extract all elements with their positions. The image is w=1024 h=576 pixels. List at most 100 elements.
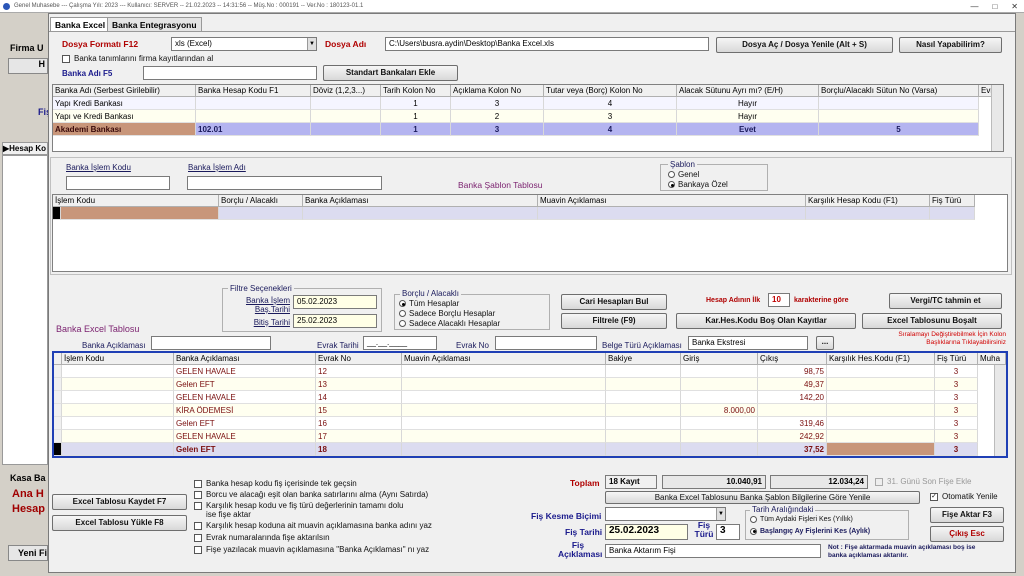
column-header[interactable]: Fiş Türü xyxy=(930,195,975,207)
column-header[interactable]: Açıklama Kolon No xyxy=(451,85,544,97)
column-header[interactable]: Alacak Sütunu Ayrı mı? (E/H) xyxy=(677,85,819,97)
table-cell[interactable] xyxy=(819,97,979,110)
table-cell[interactable] xyxy=(62,417,174,430)
table-cell[interactable]: 3 xyxy=(935,430,978,443)
table-cell[interactable]: 4 xyxy=(544,97,677,110)
table-cell[interactable]: 37,52 xyxy=(758,443,827,456)
table-cell[interactable] xyxy=(827,404,935,417)
fis-kesme-select[interactable]: ▼ xyxy=(605,507,726,521)
maximize-icon[interactable]: □ xyxy=(992,0,997,13)
kar-hes-kodu-bos-button[interactable]: Kar.Hes.Kodu Boş Olan Kayıtlar xyxy=(676,313,856,329)
table-cell[interactable]: 2 xyxy=(451,110,544,123)
excel-tablosunu-bosalt-button[interactable]: Excel Tablosunu Boşalt xyxy=(862,313,1002,329)
radio-yillik[interactable]: Tüm Aydaki Fişleri Kes (Yıllık) xyxy=(750,515,853,525)
table-cell[interactable] xyxy=(402,391,606,404)
table-cell[interactable]: 3 xyxy=(935,365,978,378)
column-header[interactable]: Çıkış xyxy=(758,353,827,365)
bank-definitions-grid[interactable]: Banka Adı (Serbest Girilebilir) Banka He… xyxy=(52,84,1004,152)
table-cell[interactable] xyxy=(827,365,935,378)
son-fise-ekle-checkbox[interactable]: 31. Günü Son Fişe Ekle xyxy=(875,477,972,487)
table-cell[interactable] xyxy=(827,430,935,443)
table-cell[interactable] xyxy=(62,378,174,391)
dosya-ac-button[interactable]: Dosya Aç / Dosya Yenile (Alt + S) xyxy=(716,37,893,53)
table-cell[interactable] xyxy=(62,430,174,443)
table-cell[interactable]: GELEN HAVALE xyxy=(174,391,316,404)
table-cell[interactable]: 3 xyxy=(935,443,978,456)
table-cell[interactable]: 4 xyxy=(544,123,677,136)
excel-grid[interactable]: İşlem Kodu Banka Açıklaması Evrak No Mua… xyxy=(52,351,1008,458)
column-header[interactable]: Muha xyxy=(978,353,1006,365)
radio-tum-hesaplar[interactable]: Tüm Hesaplar xyxy=(399,299,459,309)
table-cell[interactable] xyxy=(827,417,935,430)
table-cell[interactable]: 3 xyxy=(935,391,978,404)
table-cell[interactable] xyxy=(402,378,606,391)
cari-hesaplari-bul-button[interactable]: Cari Hesapları Bul xyxy=(561,294,667,310)
table-cell[interactable]: Yapı Kredi Bankası xyxy=(53,97,196,110)
column-header[interactable]: Banka Hesap Kodu F1 xyxy=(196,85,311,97)
column-header[interactable]: Tutar veya (Borç) Kolon No xyxy=(544,85,677,97)
karakter-sayisi-input[interactable]: 10 xyxy=(768,293,790,307)
radio-alacakli[interactable]: Sadece Alacaklı Hesaplar xyxy=(399,319,500,329)
radio-icon[interactable] xyxy=(399,300,406,308)
table-cell[interactable] xyxy=(402,430,606,443)
table-cell[interactable] xyxy=(827,391,935,404)
chevron-down-icon[interactable]: ▼ xyxy=(716,508,725,520)
table-cell[interactable]: 17 xyxy=(316,430,402,443)
table-cell[interactable] xyxy=(758,404,827,417)
column-header[interactable]: Borçlu / Alacaklı xyxy=(219,195,303,207)
table-cell[interactable] xyxy=(62,443,174,456)
table-cell[interactable] xyxy=(402,404,606,417)
tab-banka-entegrasyonu[interactable]: Banka Entegrasyonu xyxy=(107,17,202,32)
table-cell[interactable] xyxy=(606,443,681,456)
table-cell[interactable] xyxy=(62,404,174,417)
radio-icon[interactable] xyxy=(750,515,757,523)
table-cell[interactable]: 1 xyxy=(381,123,451,136)
table-cell[interactable] xyxy=(681,443,758,456)
option-evrak-numaralari[interactable]: Evrak numaralarında fişe aktarılsın xyxy=(194,533,434,545)
table-cell[interactable] xyxy=(61,207,219,220)
table-cell[interactable]: 12 xyxy=(316,365,402,378)
table-cell[interactable]: Evet xyxy=(677,123,819,136)
table-cell[interactable]: 98,75 xyxy=(758,365,827,378)
radio-icon[interactable] xyxy=(668,171,675,179)
table-cell[interactable]: 18 xyxy=(316,443,402,456)
table-cell[interactable]: 49,37 xyxy=(758,378,827,391)
evrak-tarihi-input[interactable]: __.__.____ xyxy=(363,336,437,350)
cikis-button[interactable]: Çıkış Esc xyxy=(930,526,1004,542)
checkbox-icon[interactable] xyxy=(875,477,883,486)
column-header[interactable]: İşlem Kodu xyxy=(62,353,174,365)
table-cell[interactable]: GELEN HAVALE xyxy=(174,365,316,378)
table-cell[interactable]: 5 xyxy=(819,123,979,136)
table-cell[interactable]: Yapı ve Kredi Bankası xyxy=(53,110,196,123)
fis-aciklamasi-input[interactable]: Banka Aktarım Fişi xyxy=(605,544,821,558)
table-cell[interactable]: 3 xyxy=(451,97,544,110)
table-cell[interactable]: 1 xyxy=(381,110,451,123)
table-cell[interactable]: 102.01 xyxy=(196,123,311,136)
table-cell[interactable] xyxy=(681,365,758,378)
chevron-down-icon[interactable]: ▼ xyxy=(307,38,316,50)
column-header[interactable]: Karşılık Hesap Kodu (F1) xyxy=(806,195,930,207)
table-cell[interactable] xyxy=(681,378,758,391)
checkbox-icon[interactable] xyxy=(194,521,202,530)
column-header[interactable]: Banka Açıklaması xyxy=(303,195,538,207)
table-cell[interactable] xyxy=(62,391,174,404)
table-cell[interactable]: 3 xyxy=(935,378,978,391)
radio-borclu[interactable]: Sadece Borçlu Hesaplar xyxy=(399,309,495,319)
table-cell[interactable] xyxy=(606,391,681,404)
table-cell[interactable]: 13 xyxy=(316,378,402,391)
radio-genel[interactable]: Genel xyxy=(668,170,699,180)
checkbox-icon[interactable] xyxy=(194,545,202,554)
nasil-yapabilirim-button[interactable]: Nasıl Yapabilirim? xyxy=(899,37,1002,53)
banka-adi-input[interactable] xyxy=(143,66,317,80)
otomatik-yenile-checkbox[interactable]: ✓ Otomatik Yenile xyxy=(930,492,998,502)
islem-kodu-input[interactable] xyxy=(66,176,170,190)
table-cell[interactable]: 14 xyxy=(316,391,402,404)
filtrele-button[interactable]: Filtrele (F9) xyxy=(561,313,667,329)
table-cell[interactable] xyxy=(402,443,606,456)
option-esit-alma[interactable]: Borcu ve alacağı eşit olan banka satırla… xyxy=(194,490,434,501)
bas-tarihi-input[interactable]: 05.02.2023 xyxy=(293,295,377,309)
table-cell[interactable]: 319,46 xyxy=(758,417,827,430)
table-cell[interactable] xyxy=(606,404,681,417)
option-banka-adini-yaz[interactable]: Karşılık hesap koduna ait muavin açıklam… xyxy=(194,521,434,533)
table-cell[interactable] xyxy=(196,97,311,110)
